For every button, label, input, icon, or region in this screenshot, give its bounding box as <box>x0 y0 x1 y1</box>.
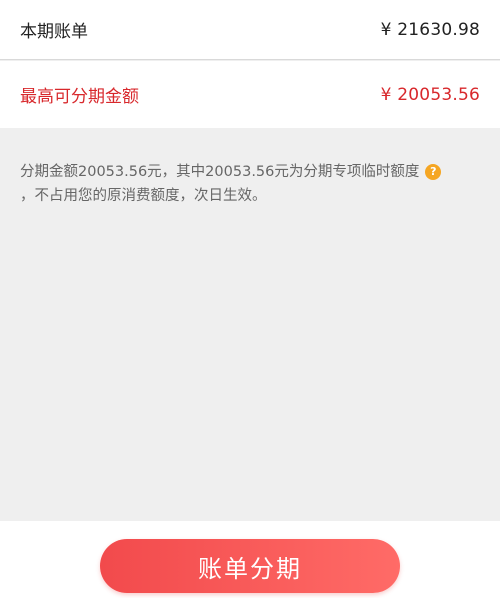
footer-bar: 账单分期 <box>0 521 500 598</box>
installment-note-line1: 分期金额20053.56元，其中20053.56元为分期专项临时额度 <box>20 164 420 180</box>
bill-row: 本期账单 ¥ 21630.98 <box>0 0 500 60</box>
installment-note: 分期金额20053.56元，其中20053.56元为分期专项临时额度? ，不占用… <box>20 160 470 208</box>
bill-installment-button[interactable]: 账单分期 <box>100 539 400 593</box>
question-mark-icon[interactable]: ? <box>425 164 442 180</box>
max-installment-amount: ¥ 20053.56 <box>380 84 480 105</box>
installment-note-line2: ，不占用您的原消费额度，次日生效。 <box>20 188 267 204</box>
bill-label: 本期账单 <box>20 22 88 42</box>
max-installment-row: 最高可分期金额 ¥ 20053.56 <box>0 61 500 128</box>
bill-amount: ¥ 21630.98 <box>380 19 480 40</box>
max-installment-label: 最高可分期金额 <box>20 87 139 107</box>
